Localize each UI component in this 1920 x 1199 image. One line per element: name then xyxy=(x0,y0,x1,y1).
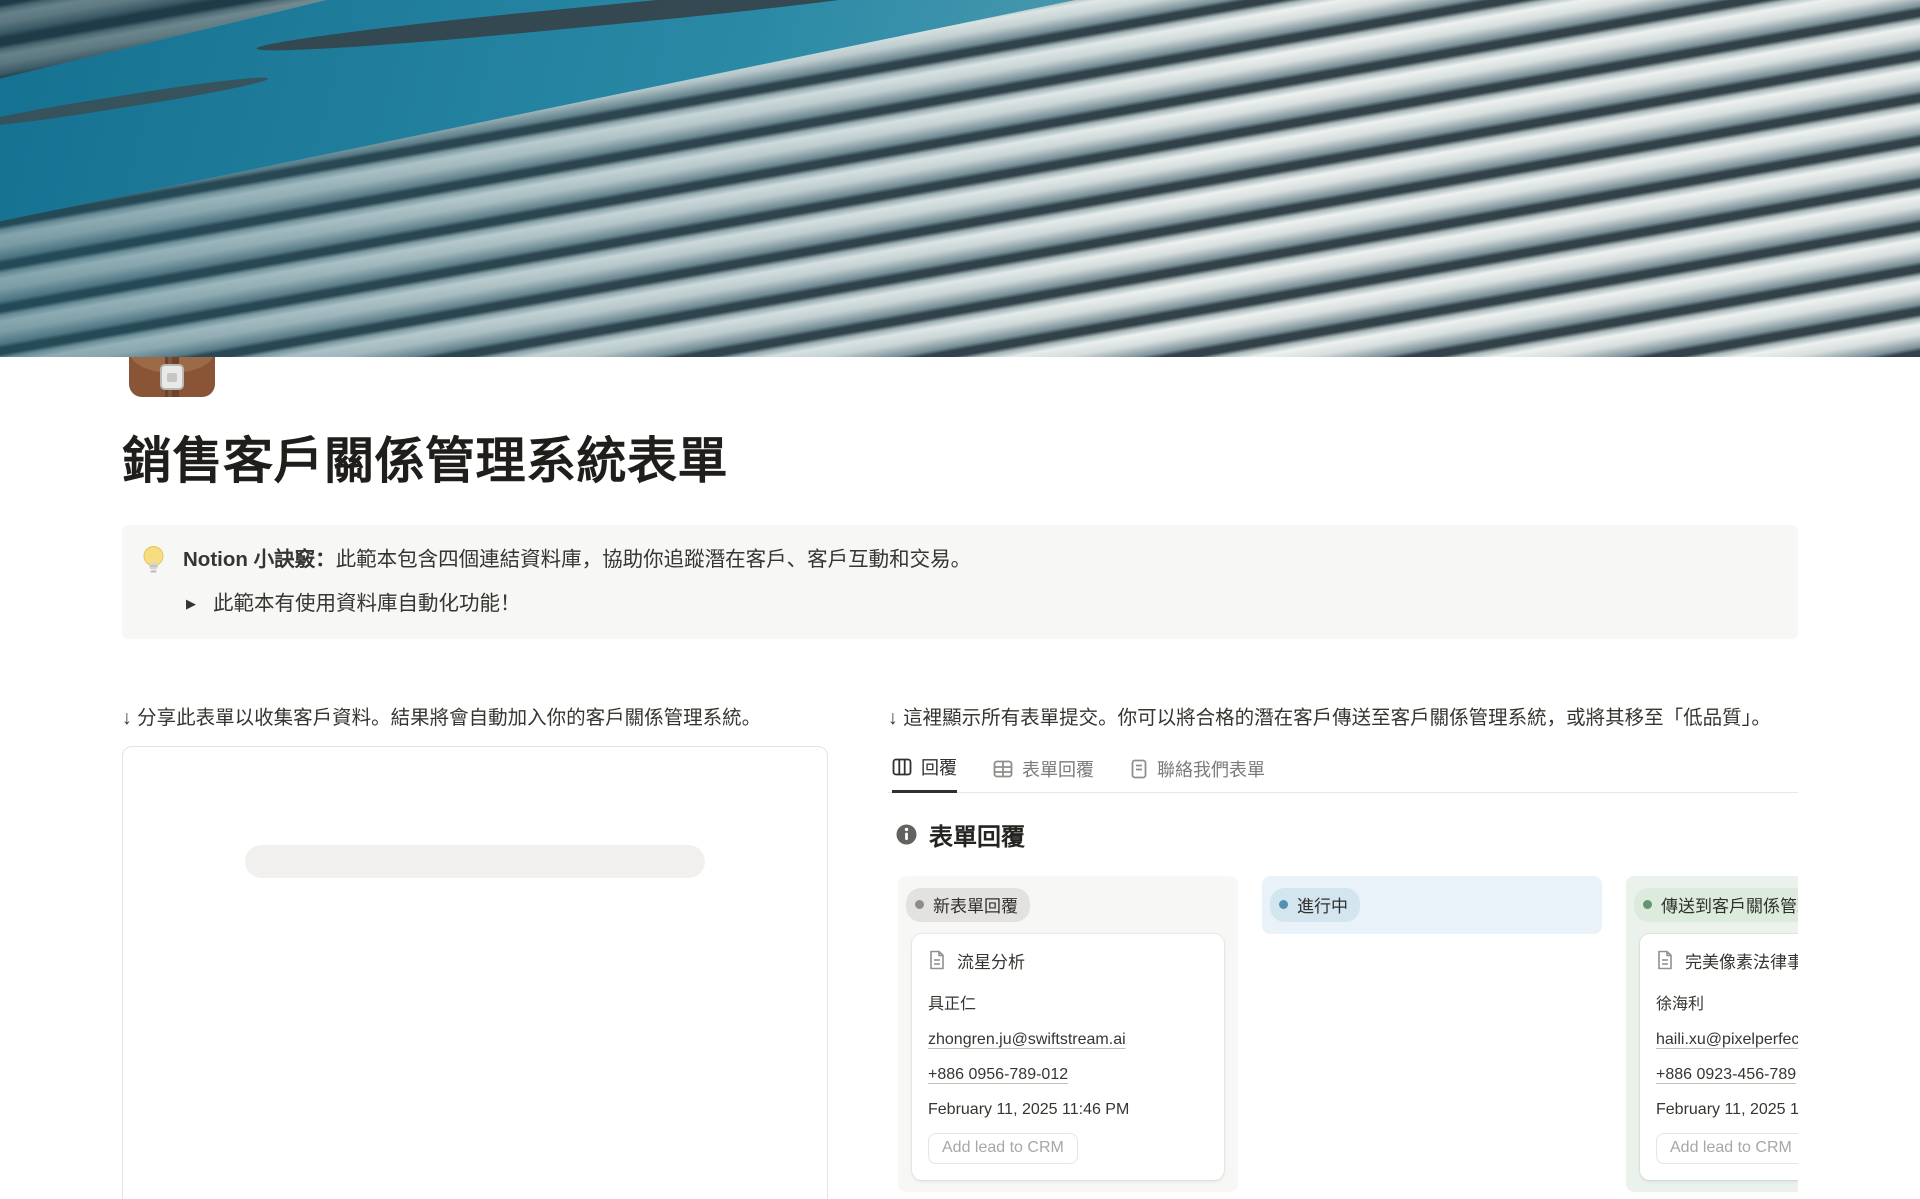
add-lead-to-crm-button[interactable]: Add lead to CRM xyxy=(1656,1133,1798,1164)
card-name: 徐海利 xyxy=(1656,990,1798,1014)
tab-form-responses-table[interactable]: 表單回覆 xyxy=(993,756,1094,792)
card-phone-link[interactable]: +886 0923-456-789 xyxy=(1656,1066,1798,1084)
cover-image xyxy=(0,0,1920,357)
lightbulb-icon xyxy=(140,545,167,575)
status-dot xyxy=(1643,900,1652,909)
status-pill-sent-to-crm[interactable]: 傳送到客戶關係管理 xyxy=(1634,888,1798,922)
briefcase-icon xyxy=(122,357,222,407)
page-title: 銷售客戶關係管理系統表單 xyxy=(122,421,1798,493)
share-form-note: ↓ 分享此表單以收集客戶資料。結果將會自動加入你的客戶關係管理系統。 xyxy=(122,703,828,734)
card-date: February 11, 2025 11:46 PM xyxy=(928,1101,1208,1119)
cover-wave-streak xyxy=(256,0,935,59)
info-icon[interactable] xyxy=(896,824,917,845)
card-email-link[interactable]: zhongren.ju@swiftstream.ai xyxy=(928,1031,1208,1049)
tab-contact-us-form[interactable]: 聯絡我們表單 xyxy=(1130,756,1265,792)
board-view-icon xyxy=(892,757,912,777)
table-view-icon xyxy=(993,759,1013,779)
board-column-new-responses: 新表單回覆 流星分析 xyxy=(898,876,1238,1192)
page-icon xyxy=(1656,950,1674,970)
cover-wave-streak xyxy=(0,73,269,132)
form-loading-placeholder xyxy=(245,845,705,878)
status-pill-in-progress[interactable]: 進行中 xyxy=(1270,888,1360,922)
form-view-icon xyxy=(1130,759,1148,779)
card-email-link[interactable]: haili.xu@pixelperfect.l xyxy=(1656,1031,1798,1049)
toggle-arrow-icon: ▶ xyxy=(183,589,199,619)
status-dot xyxy=(1279,900,1288,909)
callout-bold-label: Notion 小訣竅： xyxy=(183,548,336,571)
card-date: February 11, 2025 11:4 xyxy=(1656,1101,1798,1119)
view-tabs: 回覆 表單回覆 xyxy=(888,754,1798,793)
status-dot xyxy=(915,900,924,909)
card-phone-link[interactable]: +886 0956-789-012 xyxy=(928,1066,1208,1084)
submissions-note: ↓ 這裡顯示所有表單提交。你可以將合格的潛在客戶傳送至客戶關係管理系統，或將其移… xyxy=(888,703,1798,734)
card-name: 具正仁 xyxy=(928,990,1208,1014)
toggle-label: 此範本有使用資料庫自動化功能！ xyxy=(213,589,521,619)
card-title: 完美像素法律事 xyxy=(1685,948,1798,973)
board-view: 新表單回覆 流星分析 xyxy=(898,876,1798,1192)
database-title[interactable]: 表單回覆 xyxy=(929,817,1025,852)
cover-building-facade xyxy=(0,0,1920,357)
card-title: 流星分析 xyxy=(957,948,1025,973)
column-divider xyxy=(828,703,888,1199)
notion-tip-callout: Notion 小訣竅：此範本包含四個連結資料庫，協助你追蹤潛在客戶、客戶互動和交… xyxy=(122,525,1798,639)
add-lead-to-crm-button[interactable]: Add lead to CRM xyxy=(928,1133,1078,1164)
tab-responses-board[interactable]: 回覆 xyxy=(892,754,957,793)
board-column-sent-to-crm: 傳送到客戶關係管理 完美像素法律事 xyxy=(1626,876,1798,1192)
status-pill-new-responses[interactable]: 新表單回覆 xyxy=(906,888,1030,922)
board-column-in-progress: 進行中 xyxy=(1262,876,1602,934)
embedded-form xyxy=(122,746,828,1199)
lead-card[interactable]: 完美像素法律事 徐海利 haili.xu@pixelperfect.l +886… xyxy=(1640,934,1798,1180)
page-icon xyxy=(928,950,946,970)
page-icon-briefcase[interactable] xyxy=(122,357,222,407)
lead-card[interactable]: 流星分析 具正仁 zhongren.ju@swiftstream.ai +886… xyxy=(912,934,1224,1180)
automation-toggle[interactable]: ▶ 此範本有使用資料庫自動化功能！ xyxy=(183,589,971,619)
callout-text: Notion 小訣竅：此範本包含四個連結資料庫，協助你追蹤潛在客戶、客戶互動和交… xyxy=(183,545,971,575)
